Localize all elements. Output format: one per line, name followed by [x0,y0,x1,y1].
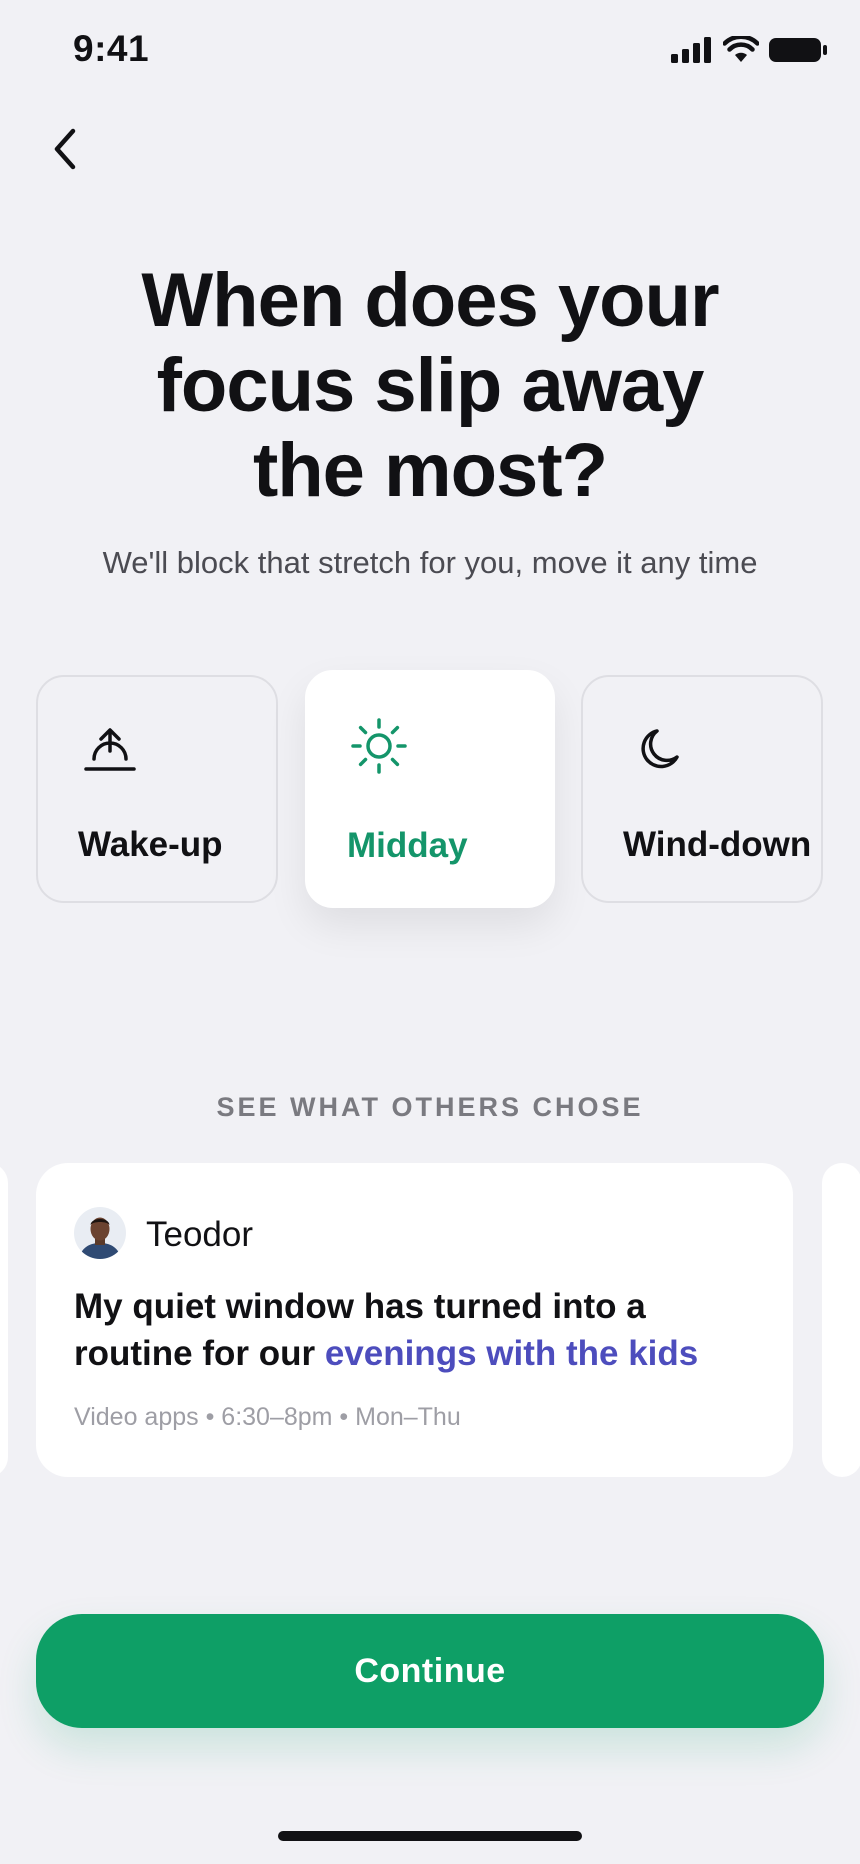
option-wind-down[interactable]: Wind-down [581,675,823,903]
option-midday[interactable]: Midday [305,670,555,908]
home-indicator[interactable] [278,1831,582,1841]
status-bar: 9:41 [0,0,860,100]
page-title: When does your focus slip away the most? [80,258,780,513]
title-line-3: the most? [252,428,608,513]
testimonial-card-previous[interactable] [0,1163,8,1477]
testimonial-quote: My quiet window has turned into a routin… [74,1283,754,1377]
others-heading: SEE WHAT OTHERS CHOSE [216,1092,644,1122]
continue-button[interactable]: Continue [36,1614,824,1728]
testimonial-card[interactable]: Teodor My quiet window has turned into a… [36,1163,793,1477]
sunrise-icon [84,728,136,771]
testimonial-card-next[interactable] [822,1163,860,1477]
avatar [74,1207,126,1259]
signal-icon [671,37,711,63]
status-time: 9:41 [73,28,150,69]
title-line-1: When does your [141,258,719,343]
option-label-midday: Midday [347,826,468,865]
back-button[interactable] [40,118,90,180]
chevron-left-icon [54,128,76,170]
title-line-2: focus slip away [156,343,705,428]
testimonial-author: Teodor [146,1215,254,1254]
sun-icon [351,718,407,774]
option-wake-up[interactable]: Wake-up [36,675,278,903]
moon-icon [641,729,679,769]
option-label-wind-down: Wind-down [623,825,812,864]
page-subtitle: We'll block that stretch for you, move i… [102,545,758,580]
battery-icon [769,38,827,62]
wifi-icon [723,36,759,62]
status-icons [671,36,827,64]
option-label-wake-up: Wake-up [78,825,223,864]
testimonial-meta: Video apps • 6:30–8pm • Mon–Thu [74,1403,461,1431]
testimonial-quote-highlight: evenings with the kids [324,1334,699,1373]
